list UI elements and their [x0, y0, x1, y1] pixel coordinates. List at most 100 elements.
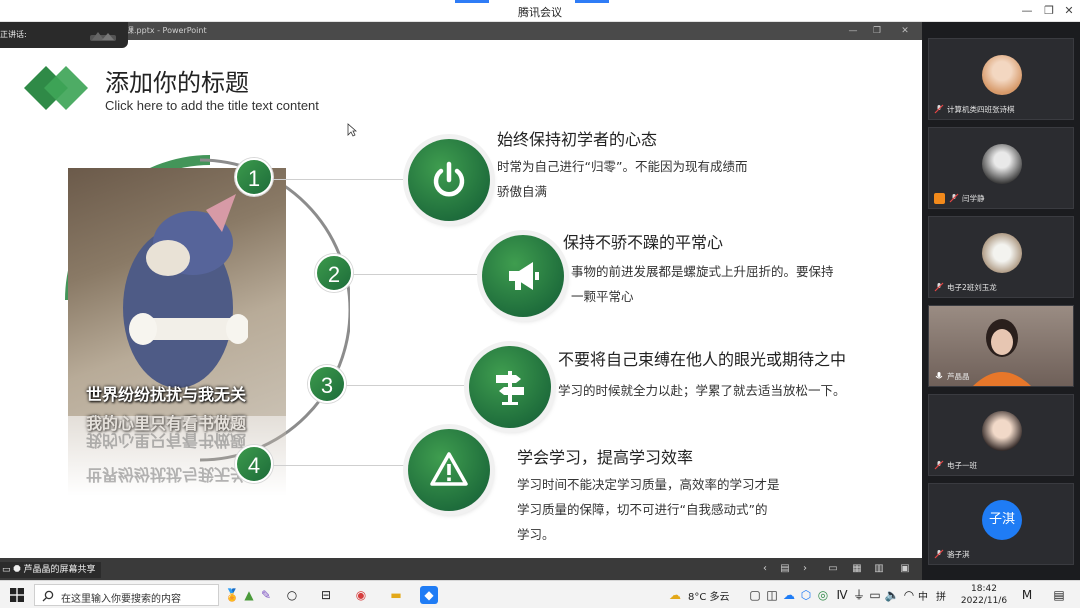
- participant-name: 闫学静: [962, 194, 985, 203]
- mic-muted-icon: [934, 282, 944, 292]
- item-4-badge: [408, 429, 490, 511]
- slideshow-icon[interactable]: ▣: [898, 562, 912, 576]
- notification-icon[interactable]: ▤: [1050, 586, 1068, 604]
- weather-text: 8°C 多云: [688, 592, 730, 603]
- participant-tile[interactable]: 电子一班: [928, 394, 1074, 476]
- participant-name: 芦晶晶: [947, 372, 970, 381]
- app-icon[interactable]: ◉: [352, 586, 370, 604]
- item-3-body-line1: 学习的时候就全力以赴；学累了就去适当放松一下。: [558, 383, 846, 398]
- participant-tile[interactable]: 电子2班刘玉龙: [928, 216, 1074, 298]
- step-number-4: 4: [235, 445, 273, 483]
- plant-icon[interactable]: ▲: [240, 586, 258, 604]
- meme-reflection-text: 我的心里只有看书做题: [86, 431, 247, 450]
- tray-shield-icon[interactable]: ⬡: [797, 586, 815, 604]
- tencent-meeting-icon[interactable]: ◆: [420, 586, 438, 604]
- item-1-badge: [408, 139, 490, 221]
- tray-app-icon[interactable]: Ⅳ: [833, 586, 851, 604]
- tray-cloud-icon[interactable]: ☁: [780, 586, 798, 604]
- battery-icon[interactable]: ▭: [866, 586, 884, 604]
- close-button[interactable]: ✕: [1058, 2, 1080, 20]
- taskbar-search-input[interactable]: 在这里输入你要搜索的内容: [34, 584, 219, 606]
- participant-sidebar: 计算机类四班张诗棋 闫学静 电子2班刘玉龙 芦晶晶 电子一班 子淇 骆子淇: [922, 22, 1080, 580]
- restore-button[interactable]: ❐: [1038, 2, 1060, 20]
- slide-menu-icon[interactable]: ▤: [778, 562, 792, 576]
- slide-subtitle: Click here to add the title text content: [105, 98, 319, 113]
- meme-reflection-text: 世界纷纷扰扰与我无关: [86, 465, 247, 484]
- signpost-icon: [496, 371, 524, 405]
- app-icon[interactable]: M: [1018, 586, 1036, 604]
- toolbar-indicator: [455, 0, 489, 3]
- initials-avatar: 子淇: [982, 500, 1022, 540]
- item-4-heading: 学会学习，提高学习效率: [517, 448, 694, 467]
- medal-icon[interactable]: 🏅: [223, 586, 241, 604]
- powerpoint-status-bar: ‹ ▤ › ▭ ▦ ▥ ▣: [0, 558, 922, 580]
- participant-name: 计算机类四班张诗棋: [947, 105, 1015, 114]
- minimize-button[interactable]: —: [1016, 2, 1038, 20]
- item-2-body-line1: 事物的前进发展都是螺旋式上升屈折的。要保持: [571, 264, 834, 279]
- search-icon: [42, 590, 54, 602]
- avatar: [982, 411, 1022, 451]
- avatar: [982, 55, 1022, 95]
- step-number-1: 1: [235, 158, 273, 196]
- pen-icon[interactable]: ✎: [257, 586, 275, 604]
- ime-mode[interactable]: 拼: [936, 588, 946, 603]
- search-placeholder: 在这里输入你要搜索的内容: [61, 594, 181, 605]
- presentation-slide: 添加你的标题 Click here to add the title text …: [0, 40, 922, 558]
- avatar: [982, 233, 1022, 273]
- participant-name: 电子一班: [947, 461, 977, 470]
- mic-muted-icon: [934, 460, 944, 470]
- warning-icon: [430, 452, 468, 486]
- task-view-icon[interactable]: ○: [283, 586, 301, 604]
- power-icon: [433, 161, 465, 197]
- windows-taskbar: 在这里输入你要搜索的内容 🏅 ▲ ✎ ○ ⊟ ◉ ▬ ◆ ☁ 8°C 多云 ▢ …: [0, 580, 1080, 608]
- volume-icon[interactable]: 🔈: [883, 586, 901, 604]
- slide-title: 添加你的标题: [105, 69, 249, 97]
- avatar: [982, 144, 1022, 184]
- participant-name: 电子2班刘玉龙: [947, 283, 997, 292]
- diamond-logo-icon: [24, 66, 88, 110]
- clock-time: 18:42: [971, 584, 997, 594]
- prev-slide-icon[interactable]: ‹: [758, 562, 772, 576]
- participant-tile[interactable]: 子淇 骆子淇: [928, 483, 1074, 565]
- screen-share-text: 芦晶晶的屏幕共享: [23, 565, 96, 575]
- participant-tile[interactable]: 闫学静: [928, 127, 1074, 209]
- participant-tile[interactable]: 芦晶晶: [928, 305, 1074, 387]
- next-slide-icon[interactable]: ›: [798, 562, 812, 576]
- item-3-badge: [469, 346, 551, 428]
- step-number-3: 3: [308, 365, 346, 403]
- mic-muted-icon: [949, 193, 959, 203]
- tray-app-icon[interactable]: ◫: [763, 586, 781, 604]
- window-title: 腾讯会议: [518, 6, 562, 19]
- item-2-body-line2: 一颗平常心: [571, 289, 634, 304]
- reading-view-icon[interactable]: ▥: [872, 562, 886, 576]
- ppt-minimize-icon: —: [848, 26, 858, 36]
- item-1-body-line1: 时常为自己进行“归零”。不能因为现有成绩而: [497, 159, 748, 174]
- item-4-body-line3: 学习。: [517, 527, 555, 542]
- slide-sorter-icon[interactable]: ▦: [850, 562, 864, 576]
- system-clock[interactable]: 18:42 2022/11/6: [954, 583, 1014, 607]
- toolbar-indicator: [575, 0, 609, 3]
- weather-icon: ☁: [669, 588, 681, 602]
- speaking-indicator: 正讲话:: [0, 22, 128, 48]
- item-2-heading: 保持不骄不躁的平常心: [563, 233, 724, 252]
- tray-app-icon[interactable]: ▢: [746, 586, 764, 604]
- tom-cat-meme-image: [68, 168, 286, 416]
- normal-view-icon[interactable]: ▭: [826, 562, 840, 576]
- tencent-meeting-window: 腾讯会议 — ❐ ✕ …课.pptx - PowerPoint — ❐ ✕ 正讲…: [0, 0, 1080, 608]
- windows-start-icon[interactable]: [10, 588, 24, 602]
- connector-line: [352, 274, 484, 275]
- powerpoint-title: …课.pptx - PowerPoint: [118, 26, 207, 35]
- participant-tile[interactable]: 计算机类四班张诗棋: [928, 38, 1074, 120]
- powerpoint-title-bar: …课.pptx - PowerPoint — ❐ ✕: [0, 22, 922, 40]
- participant-name: 骆子淇: [947, 550, 970, 559]
- screen-share-icon: ▭ ⯃: [2, 565, 24, 575]
- shared-screen: …课.pptx - PowerPoint — ❐ ✕ 正讲话: 添加你的标题 C…: [0, 22, 922, 580]
- person-video-illustration: [973, 319, 1031, 386]
- sound-wave-icon: [90, 32, 116, 41]
- widgets-icon[interactable]: ⊟: [317, 586, 335, 604]
- file-explorer-icon[interactable]: ▬: [387, 586, 405, 604]
- ime-language[interactable]: 中: [918, 588, 928, 603]
- title-bar: 腾讯会议 — ❐ ✕: [0, 0, 1080, 22]
- tray-security-icon[interactable]: ◎: [814, 586, 832, 604]
- network-icon[interactable]: ◠: [900, 586, 918, 604]
